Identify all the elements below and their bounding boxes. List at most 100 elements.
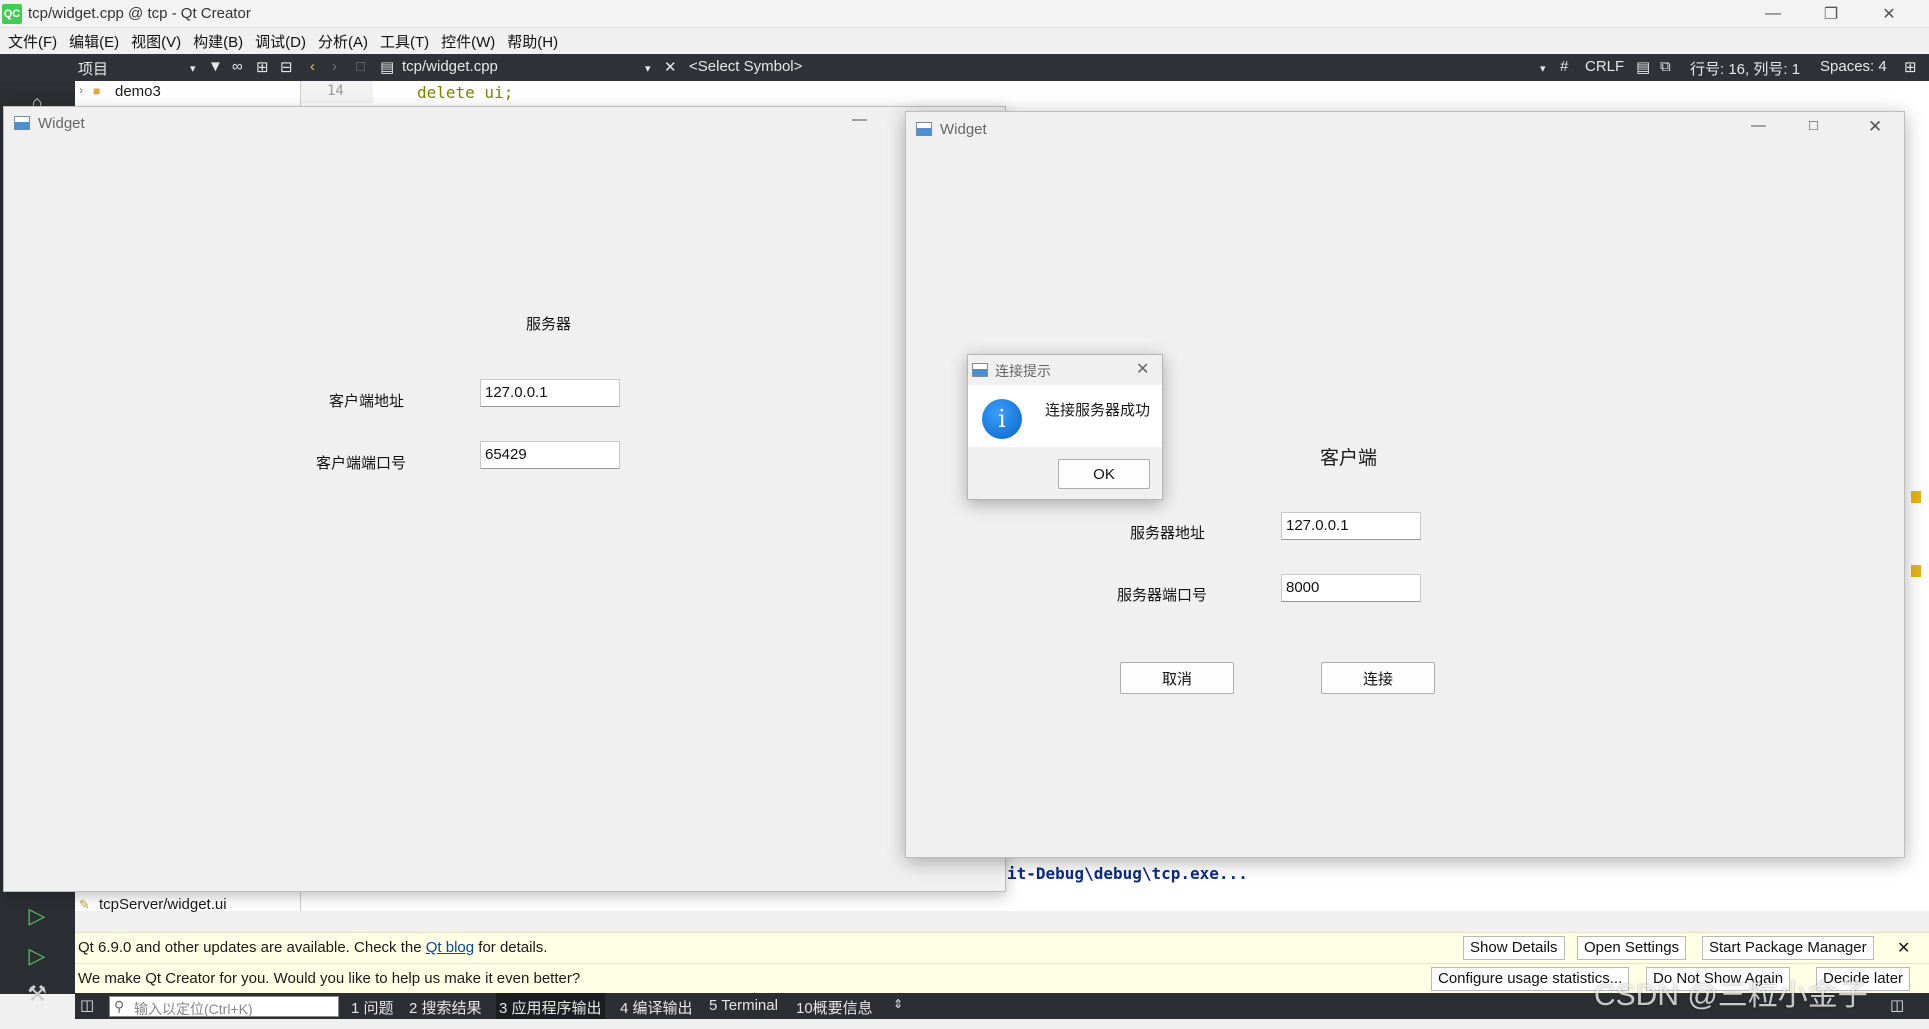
split-right-icon[interactable]: ⊞ [1904, 58, 1917, 76]
project-label[interactable]: 项目 [78, 58, 108, 79]
info-icon: i [982, 399, 1022, 439]
client-addr-label: 客户端地址 [329, 393, 405, 410]
locator-placeholder: 输入以定位(Ctrl+K) [134, 1001, 253, 1017]
filter-icon[interactable]: ▼ [208, 58, 223, 75]
connect-button[interactable]: 连接 [1321, 662, 1435, 694]
client-port-field[interactable]: 65429 [480, 441, 620, 469]
line-number: 14 [327, 83, 344, 99]
editor-toolbar: 项目 ▾ ▼ ∞ ⊞ ⊟ ‹ › □ ▤ tcp/widget.cpp ▾ ✕ … [0, 54, 1929, 81]
tab-search-results[interactable]: 2 搜索结果 [409, 997, 482, 1018]
restore-icon[interactable]: ❐ [1802, 0, 1860, 28]
server-port-label: 服务器端口号 [1117, 587, 1208, 604]
menu-debug[interactable]: 调试(D) [249, 31, 312, 52]
dropdown-icon[interactable]: ▾ [190, 62, 196, 75]
server-window[interactable]: Widget — 服务器 客户端地址 127.0.0.1 客户端端口号 6542… [3, 106, 1006, 892]
menu-bar: 文件(F) 编辑(E) 视图(V) 构建(B) 调试(D) 分析(A) 工具(T… [0, 28, 1929, 54]
symbol-selector[interactable]: <Select Symbol> [689, 58, 802, 75]
collapse-icon[interactable]: ⊟ [280, 58, 293, 76]
locator-input[interactable]: ⚲ 输入以定位(Ctrl+K) [109, 996, 339, 1017]
close-icon[interactable]: ✕ [1860, 0, 1918, 28]
dialog-title: 连接提示 [995, 363, 1051, 379]
dialog-message: 连接服务器成功 [1045, 402, 1151, 419]
show-details-button[interactable]: Show Details [1463, 936, 1565, 960]
client-window-titlebar[interactable]: Widget — □ ✕ [906, 112, 1904, 146]
client-minimize-icon[interactable]: — [1751, 117, 1766, 134]
dialog-close-icon[interactable]: ✕ [1136, 359, 1149, 379]
tab-compile-output[interactable]: 4 编译输出 [620, 997, 693, 1018]
cursor-position[interactable]: 行号: 16, 列号: 1 [1690, 58, 1800, 79]
update-info-bar: Qt 6.9.0 and other updates are available… [75, 932, 1929, 963]
run-icon[interactable]: ▷ [22, 901, 52, 931]
menu-build[interactable]: 构建(B) [187, 31, 249, 52]
menu-view[interactable]: 视图(V) [125, 31, 187, 52]
file-dropdown-icon[interactable]: ▾ [645, 62, 651, 75]
tree-item-demo3[interactable]: demo3 [115, 83, 161, 100]
output-toggle-icon[interactable]: ◫ [1890, 996, 1904, 1014]
update-text-after: for details. [474, 939, 548, 956]
ok-button[interactable]: OK [1058, 459, 1150, 489]
client-port-label: 客户端端口号 [316, 455, 407, 472]
minimize-icon[interactable]: — [1744, 0, 1802, 28]
debug-run-icon[interactable]: ▷ [22, 941, 52, 971]
scroll-marker [1911, 491, 1921, 503]
line-ending[interactable]: CRLF [1585, 58, 1624, 75]
folder-icon: ■ [93, 84, 101, 98]
qt-blog-link[interactable]: Qt blog [426, 939, 474, 956]
ui-file-icon: ✎ [79, 897, 90, 912]
menu-tools[interactable]: 工具(T) [374, 31, 435, 52]
update-info-text: Qt 6.9.0 and other updates are available… [78, 939, 547, 956]
menu-analyze[interactable]: 分析(A) [312, 31, 374, 52]
open-settings-button[interactable]: Open Settings [1577, 936, 1687, 960]
forward-icon[interactable]: › [332, 58, 337, 75]
server-addr-field[interactable]: 127.0.0.1 [1281, 512, 1421, 540]
start-package-manager-button[interactable]: Start Package Manager [1702, 936, 1874, 960]
tab-general-messages[interactable]: 10概要信息 [796, 997, 873, 1018]
tab-app-output[interactable]: 3 应用程序输出 [496, 993, 605, 1019]
indent-setting[interactable]: Spaces: 4 [1820, 58, 1887, 75]
title-bar: QC tcp/widget.cpp @ tcp - Qt Creator — ❐… [0, 0, 1929, 28]
menu-help[interactable]: 帮助(H) [501, 31, 564, 52]
cancel-button[interactable]: 取消 [1120, 662, 1234, 694]
symbol-dropdown-icon[interactable]: ▾ [1540, 62, 1546, 75]
app-output-text: it-Debug\debug\tcp.exe... [1007, 864, 1248, 883]
client-heading: 客户端 [1320, 448, 1378, 469]
code-line[interactable]: delete ui; [417, 83, 513, 102]
client-maximize-icon[interactable]: □ [1809, 117, 1818, 134]
csdn-watermark: CSDN @三粒小金子 [1594, 979, 1868, 1012]
server-port-field[interactable]: 8000 [1281, 574, 1421, 602]
window-app-icon [972, 363, 988, 377]
back-icon[interactable]: ‹ [310, 58, 315, 75]
server-window-titlebar[interactable]: Widget — [4, 107, 1005, 141]
tab-issues[interactable]: 1 问题 [351, 997, 394, 1018]
link-icon[interactable]: ∞ [232, 58, 243, 75]
tree-item-widget-ui[interactable]: tcpServer/widget.ui [99, 896, 227, 913]
client-close-icon[interactable]: ✕ [1868, 117, 1882, 137]
server-window-title: Widget [38, 115, 85, 132]
toggle-sidebar-icon[interactable]: ◫ [80, 996, 94, 1014]
connection-dialog[interactable]: 连接提示 ✕ i 连接服务器成功 OK [967, 354, 1163, 500]
update-text-before: Qt 6.9.0 and other updates are available… [78, 939, 426, 956]
split-editor-icon[interactable]: ⧉ [1660, 58, 1671, 75]
file-icon: ▤ [380, 59, 395, 76]
menu-widgets[interactable]: 控件(W) [435, 31, 501, 52]
file-tab[interactable]: tcp/widget.cpp [402, 58, 498, 75]
build-hammer-icon[interactable]: ⚒ [22, 979, 52, 1009]
tab-terminal[interactable]: 5 Terminal [709, 997, 778, 1014]
split-icon[interactable]: ⊞ [256, 58, 269, 76]
hash-label: # [1560, 58, 1569, 75]
close-infobar-icon[interactable]: ✕ [1897, 938, 1910, 958]
server-minimize-icon[interactable]: — [852, 111, 867, 128]
server-heading: 服务器 [526, 316, 572, 333]
client-addr-field[interactable]: 127.0.0.1 [480, 379, 620, 407]
tabs-more-icon[interactable]: ⇕ [893, 997, 903, 1011]
expand-chevron-icon[interactable]: › [79, 83, 83, 97]
window-app-icon [14, 116, 30, 130]
server-addr-label: 服务器地址 [1130, 525, 1206, 542]
menu-file[interactable]: 文件(F) [2, 31, 63, 52]
usage-info-text: We make Qt Creator for you. Would you li… [78, 970, 581, 987]
menu-edit[interactable]: 编辑(E) [63, 31, 125, 52]
encoding-icon[interactable]: ▤ [1636, 58, 1650, 76]
close-file-icon[interactable]: ✕ [664, 58, 677, 76]
window-title: tcp/widget.cpp @ tcp - Qt Creator [28, 5, 251, 22]
qt-creator-logo-icon: QC [2, 4, 22, 24]
